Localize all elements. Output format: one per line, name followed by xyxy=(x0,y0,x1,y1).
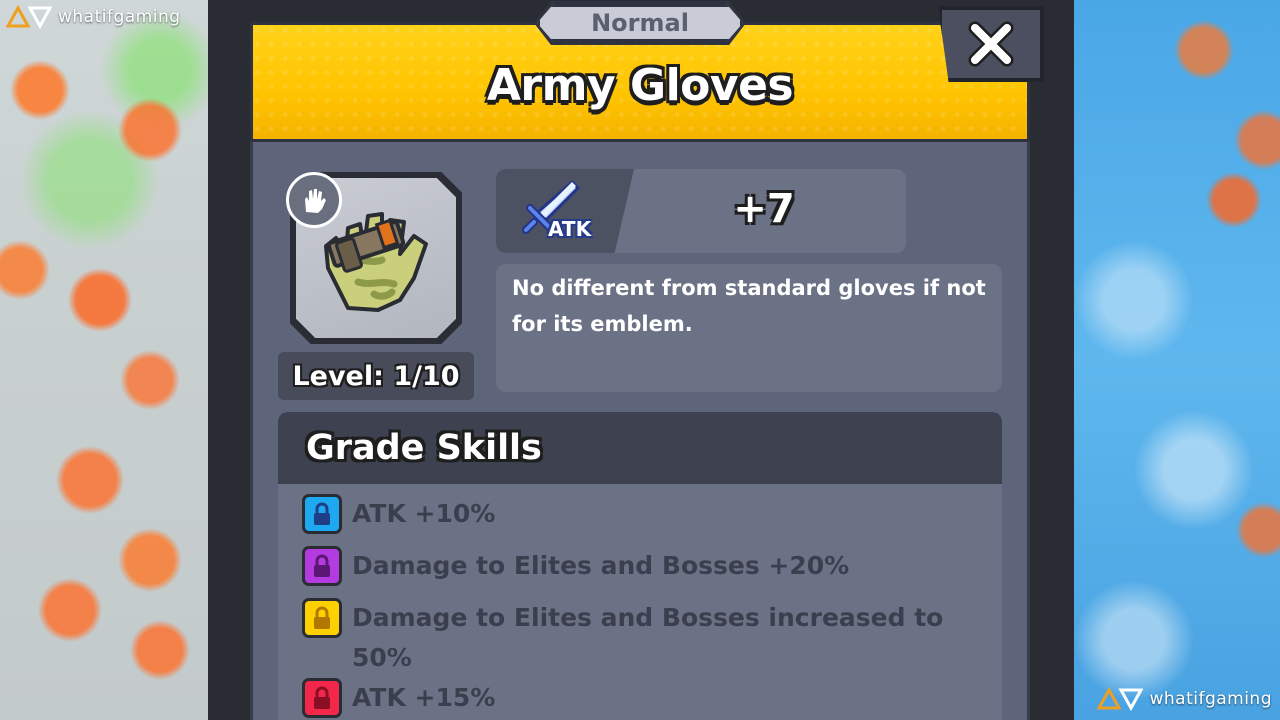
whatifgaming-logo-icon xyxy=(6,4,52,30)
grade-skills-title: Grade Skills xyxy=(306,428,542,468)
stat-label: ATK xyxy=(548,217,592,241)
watermark-text: whatifgaming xyxy=(1149,689,1272,709)
grade-skill-text: ATK +15% xyxy=(352,683,496,712)
item-level: Level: 1/10 xyxy=(278,352,474,400)
grade-skill-text: Damage to Elites and Bosses +20% xyxy=(352,551,850,580)
lock-icon xyxy=(314,554,330,577)
glove-slot-badge xyxy=(286,172,342,228)
grade-skill-row: Damage to Elites and Bosses +20% xyxy=(302,546,972,586)
lock-badge xyxy=(302,598,342,638)
watermark-top-left: whatifgaming xyxy=(6,4,181,30)
grade-skill-text: Damage to Elites and Bosses increased to… xyxy=(352,603,944,672)
grade-skill-row: ATK +15% xyxy=(302,678,972,718)
lock-icon xyxy=(314,502,330,525)
close-button[interactable] xyxy=(938,6,1044,82)
grade-skills-header: Grade Skills xyxy=(278,412,1002,484)
close-icon xyxy=(968,21,1014,67)
lock-badge xyxy=(302,494,342,534)
lock-icon xyxy=(314,606,330,629)
whatifgaming-logo-icon xyxy=(1097,686,1144,712)
grade-skill-row: Damage to Elites and Bosses increased to… xyxy=(302,598,972,678)
rarity-tab: Normal xyxy=(537,4,743,42)
glove-slot-icon xyxy=(305,189,326,213)
watermark-bottom-right: whatifgaming xyxy=(1097,686,1272,712)
background-right xyxy=(1074,0,1280,720)
watermark-text: whatifgaming xyxy=(58,7,181,27)
grade-skill-text: ATK +10% xyxy=(352,499,496,528)
rarity-label: Normal xyxy=(591,9,689,37)
stat-value: +7 xyxy=(733,186,795,232)
grade-skill-row: ATK +10% xyxy=(302,494,972,534)
item-description: No different from standard gloves if not… xyxy=(512,276,986,336)
lock-badge xyxy=(302,678,342,718)
description-box: No different from standard gloves if not… xyxy=(496,264,1002,392)
item-title: Army Gloves xyxy=(486,60,794,111)
lock-badge xyxy=(302,546,342,586)
lock-icon xyxy=(314,686,330,709)
background-left xyxy=(0,0,208,720)
